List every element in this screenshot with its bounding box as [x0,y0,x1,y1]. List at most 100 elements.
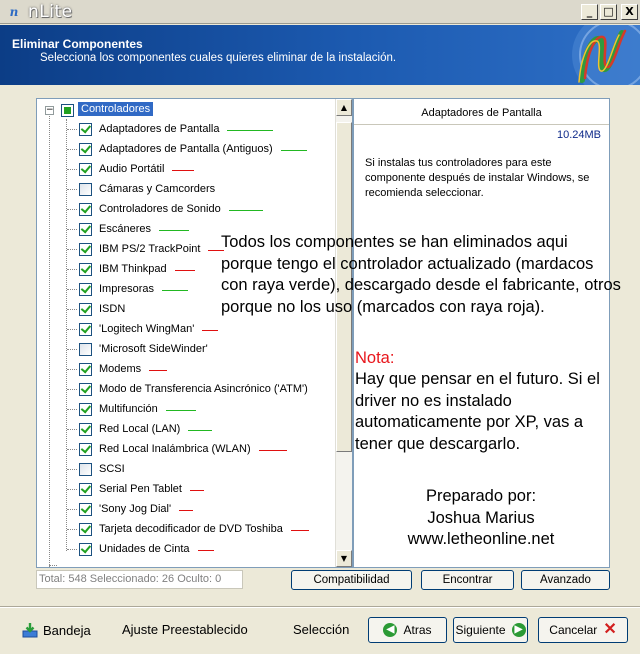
tree-item[interactable]: 'Sony Jog Dial' [79,499,335,519]
component-label: Unidades de Cinta [99,543,190,555]
status-bar: Total: 548 Seleccionado: 26 Oculto: 0 [36,570,243,589]
scroll-up-icon[interactable]: ▲ [336,99,352,116]
red-strike-mark [175,270,195,271]
collapse-toggle-icon[interactable]: − [45,106,54,115]
tree-item[interactable]: SCSI [79,459,335,479]
tree-guide-line [66,119,67,551]
component-checkbox[interactable] [79,323,92,336]
green-strike-mark [159,230,189,231]
page-header: Eliminar Componentes Selecciona los comp… [0,25,640,85]
component-label: Escáneres [99,223,151,235]
find-button[interactable]: Encontrar [421,570,514,590]
component-label: IBM PS/2 TrackPoint [99,243,201,255]
component-checkbox[interactable] [79,423,92,436]
back-label: Atras [403,623,432,637]
tree-item[interactable]: Modems [79,359,335,379]
credit-line-3: www.letheonline.net [407,530,555,548]
component-checkbox[interactable] [79,443,92,456]
compatibility-button[interactable]: Compatibilidad [291,570,412,590]
window-title: nLite [28,1,73,22]
component-checkbox[interactable] [79,243,92,256]
selection-button[interactable]: Selección [293,622,349,637]
component-checkbox[interactable] [79,383,92,396]
tree-item[interactable]: Tarjeta decodificador de DVD Toshiba [79,519,335,539]
nlite-logo-icon [544,25,640,85]
arrow-left-icon: ◀ [383,623,398,637]
red-strike-mark [259,450,287,451]
red-strike-mark [198,550,214,551]
component-checkbox[interactable] [79,503,92,516]
bandeja-button[interactable]: Bandeja [22,622,91,638]
component-checkbox[interactable] [79,463,92,476]
component-checkbox[interactable] [79,403,92,416]
tree-item[interactable]: Adaptadores de Pantalla [79,119,335,139]
tree-guide-line [67,329,77,330]
tree-item[interactable]: Serial Pen Tablet [79,479,335,499]
component-checkbox[interactable] [79,303,92,316]
scroll-down-icon[interactable]: ▼ [336,550,352,567]
component-checkbox[interactable] [79,203,92,216]
tree-guide-line [67,309,77,310]
tree-item[interactable]: Unidades de Cinta [79,539,335,559]
tree-guide-line [67,509,77,510]
component-label: Tarjeta decodificador de DVD Toshiba [99,523,283,535]
tree-guide-line [67,149,77,150]
tree-item[interactable]: Adaptadores de Pantalla (Antiguos) [79,139,335,159]
component-checkbox[interactable] [79,343,92,356]
component-checkbox[interactable] [79,143,92,156]
app-logo-icon: n [9,4,19,19]
component-checkbox[interactable] [79,543,92,556]
red-strike-mark [172,170,194,171]
component-checkbox[interactable] [79,263,92,276]
tree-item[interactable]: Modo de Transferencia Asincrónico ('ATM'… [79,379,335,399]
tree-guide-line [67,409,77,410]
tree-guide-line [67,229,77,230]
tree-item[interactable]: Red Local Inalámbrica (WLAN) [79,439,335,459]
tree-guide-line [67,489,77,490]
component-checkbox[interactable] [79,283,92,296]
preset-button[interactable]: Ajuste Preestablecido [122,622,248,637]
tray-icon [22,623,38,638]
close-button[interactable]: X [621,4,638,20]
root-checkbox[interactable] [61,104,74,117]
tree-guide-line [67,289,77,290]
minimize-button[interactable]: _ [581,4,598,20]
component-checkbox[interactable] [79,483,92,496]
page-title: Eliminar Componentes [12,37,143,51]
red-strike-mark [190,490,204,491]
maximize-button[interactable]: □ [600,4,617,20]
tree-guide-line [67,249,77,250]
green-strike-mark [188,430,212,431]
component-tree[interactable]: − Controladores Adaptadores de Pantalla A… [36,98,353,568]
back-button[interactable]: ◀ Atras [368,617,447,643]
component-checkbox[interactable] [79,163,92,176]
green-strike-mark [166,410,196,411]
component-checkbox[interactable] [79,523,92,536]
tree-item[interactable]: Cámaras y Camcorders [79,179,335,199]
component-checkbox[interactable] [79,183,92,196]
green-strike-mark [227,130,273,131]
tree-root-controladores[interactable]: Controladores [78,102,154,116]
tree-item[interactable]: Controladores de Sonido [79,199,335,219]
title-bar[interactable]: n nLite _ □ X [0,0,640,24]
next-button[interactable]: Siguiente ▶ [453,617,528,643]
tree-item[interactable]: Audio Portátil [79,159,335,179]
cancel-button[interactable]: Cancelar ✕ [538,617,628,643]
component-label: Adaptadores de Pantalla (Antiguos) [99,143,273,155]
close-icon: ✕ [603,621,617,638]
tree-item[interactable]: 'Logitech WingMan' [79,319,335,339]
info-heading: Adaptadores de Pantalla [354,99,609,125]
component-checkbox[interactable] [79,123,92,136]
tree-guide-line [67,169,77,170]
tree-item[interactable]: Red Local (LAN) [79,419,335,439]
tree-guide-line [67,529,77,530]
component-label: SCSI [99,463,125,475]
component-checkbox[interactable] [79,223,92,236]
annotation-nota-body: Hay que pensar en el futuro. Si el drive… [355,370,600,453]
tree-item[interactable]: 'Microsoft SideWinder' [79,339,335,359]
advanced-button[interactable]: Avanzado [521,570,610,590]
component-checkbox[interactable] [79,363,92,376]
component-label: ISDN [99,303,126,315]
tree-scrollbar[interactable]: ▲ ▼ [335,99,352,567]
tree-item[interactable]: Multifunción [79,399,335,419]
